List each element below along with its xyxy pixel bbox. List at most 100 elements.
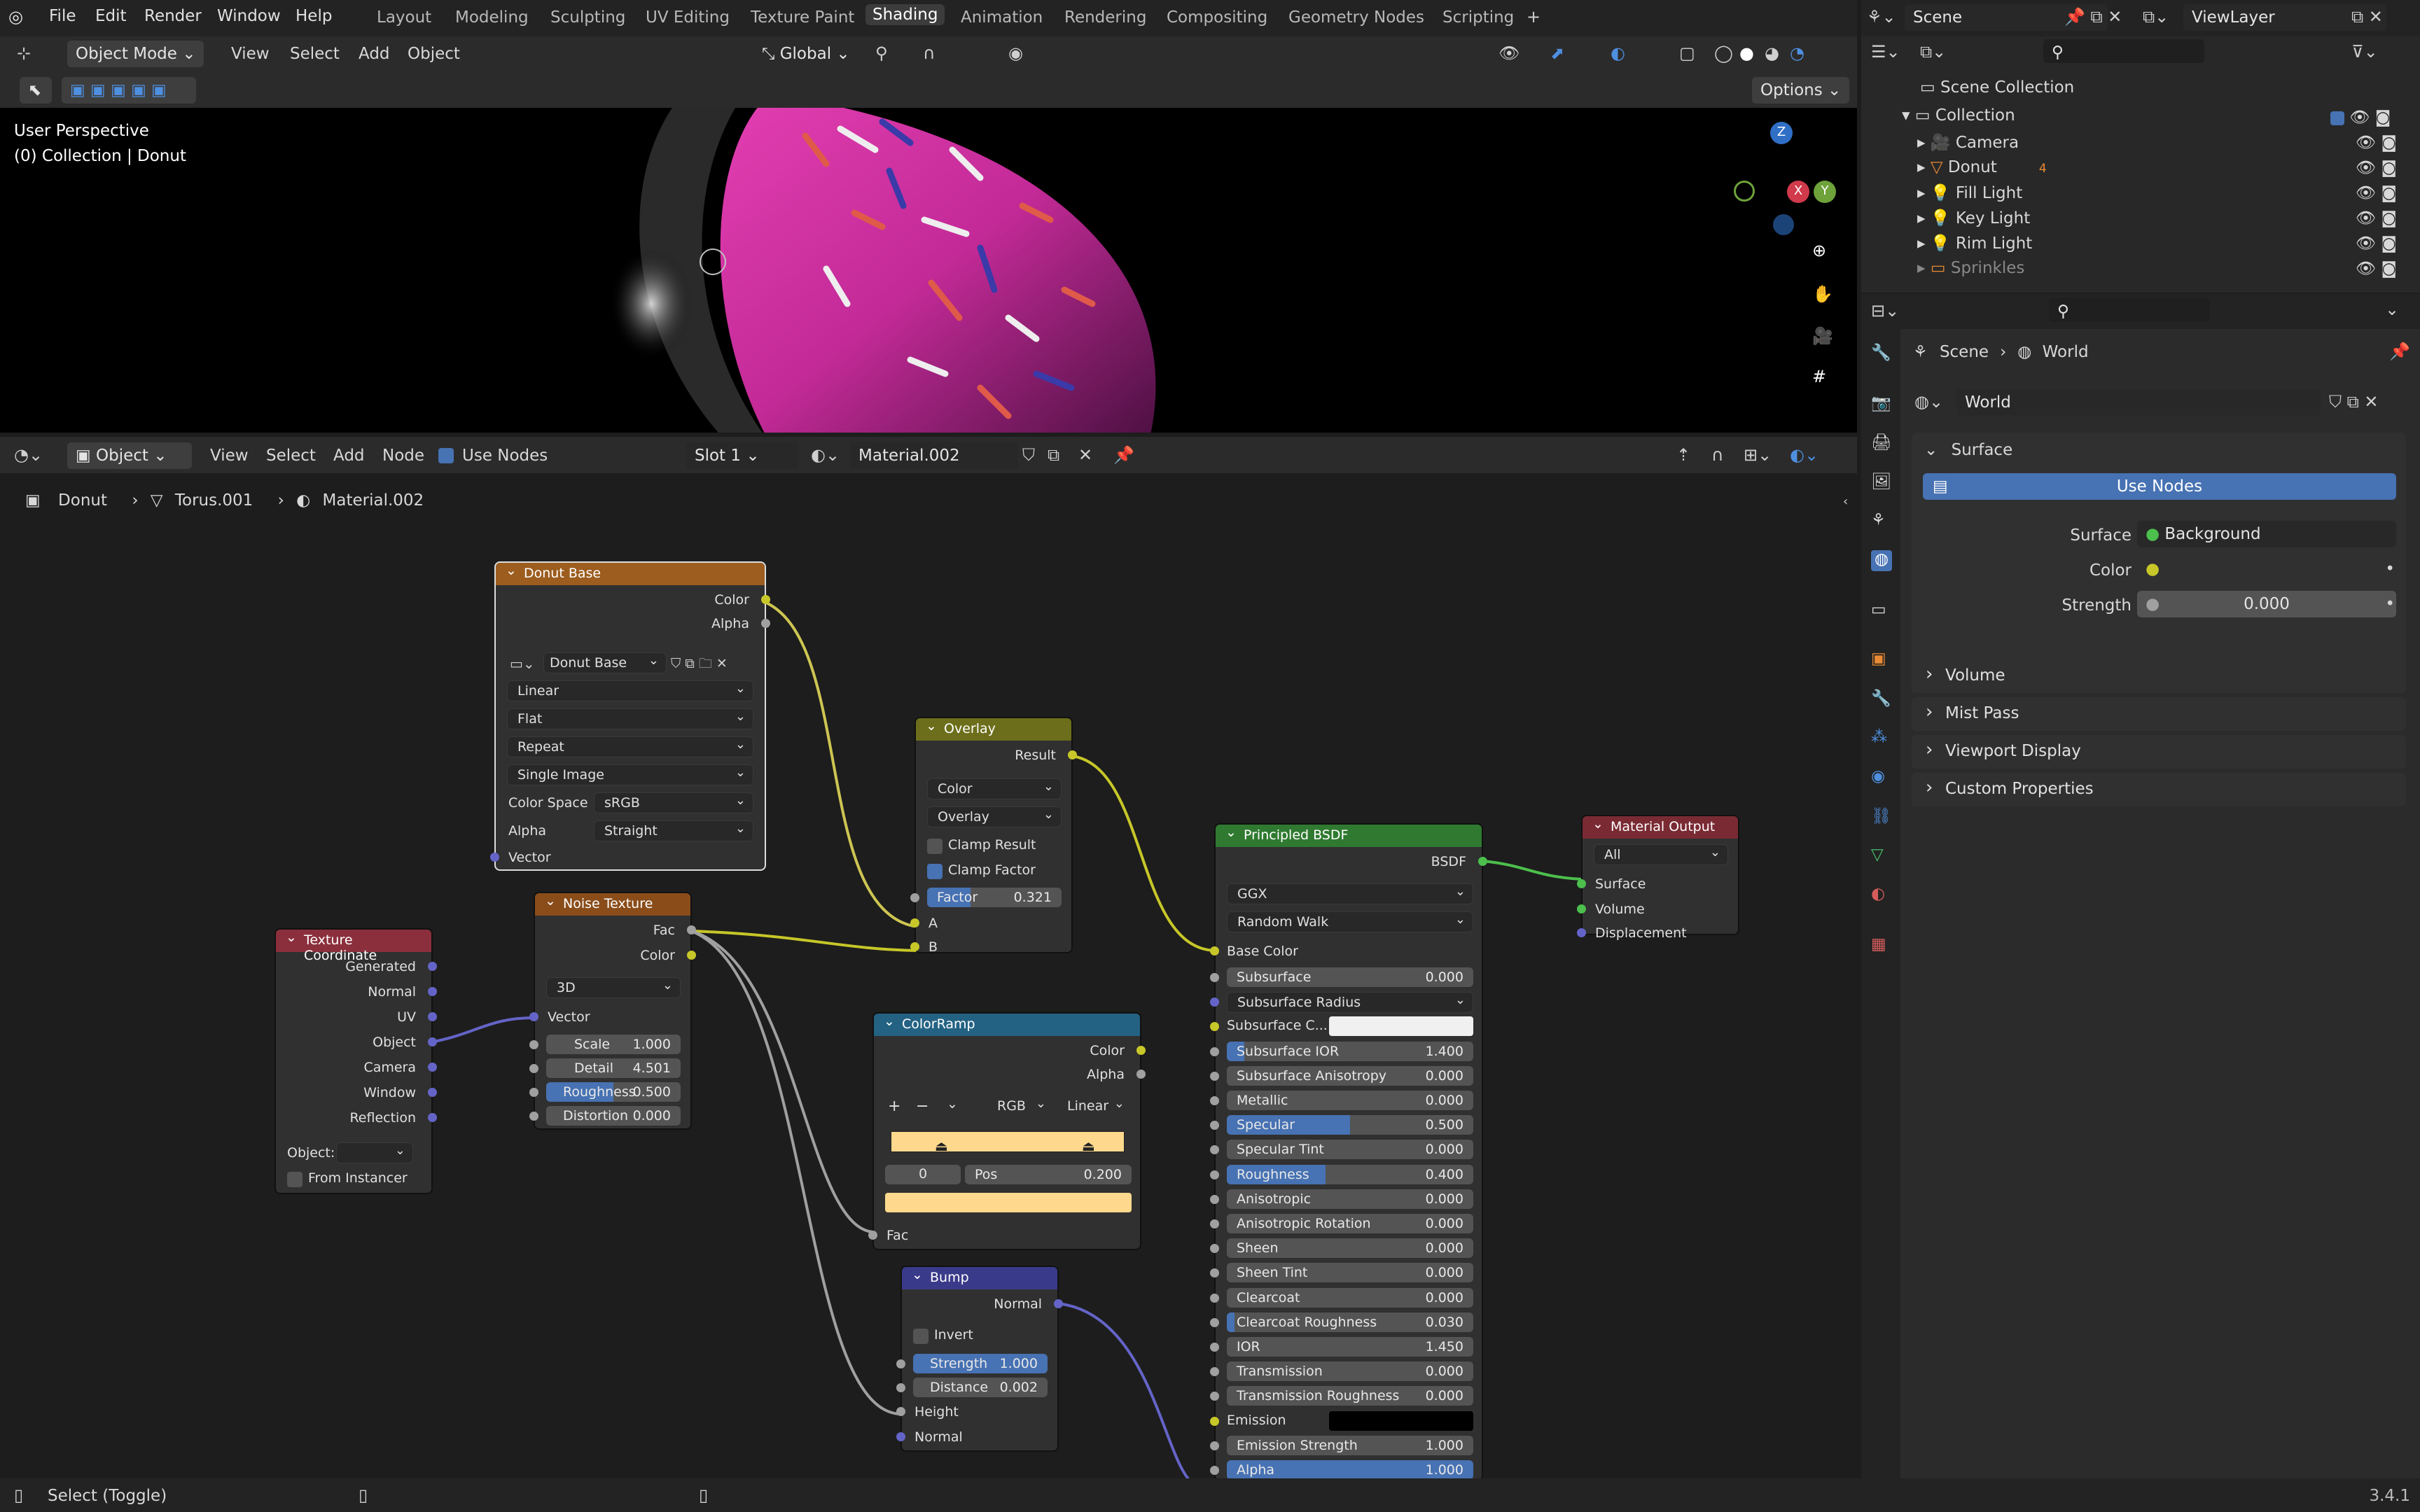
gizmo-x[interactable]: X [1787, 181, 1809, 203]
strength-keyframe-dot-icon[interactable]: • [2385, 595, 2395, 613]
input-vector-socket[interactable] [490, 853, 499, 862]
world-actions-icons[interactable]: ⛉ ⧉ ✕ [2329, 392, 2379, 412]
object-picker-field[interactable] [336, 1142, 413, 1163]
unlink-material-icon[interactable]: ✕ [1078, 445, 1092, 465]
input-distortion-socket[interactable] [529, 1112, 538, 1121]
tab-modeling[interactable]: Modeling [455, 8, 529, 27]
outliner-row[interactable]: ▸ ▭ Sprinkles [1917, 259, 2024, 277]
input-detail-socket[interactable] [529, 1064, 538, 1073]
snap-element-icon[interactable]: ⊞⌄ [1744, 445, 1772, 465]
node-editor-type-icon[interactable]: ◔⌄ [14, 445, 43, 465]
snap-icon[interactable]: ∩ [923, 43, 936, 63]
visibility-icon[interactable]: 👁 [1498, 43, 1520, 63]
bsdf-input-socket[interactable] [1210, 1343, 1219, 1352]
bsdf-input-socket[interactable] [1210, 1170, 1219, 1180]
mix-type-dropdown[interactable]: Color [927, 778, 1062, 799]
select-mode-icons[interactable]: ▣ ▣ ▣ ▣ ▣ [62, 77, 196, 104]
subsurface-method-dropdown[interactable]: Random Walk [1227, 911, 1473, 932]
world-name-field[interactable]: World [1956, 389, 2321, 416]
3d-viewport[interactable]: User Perspective (0) Collection | Donut … [0, 108, 1857, 433]
wireframe-shading-icon[interactable]: ◯ [1714, 43, 1733, 63]
material-shading-icon[interactable]: ◕ [1765, 43, 1779, 63]
tab-layout[interactable]: Layout [377, 8, 431, 27]
bsdf-input-socket[interactable] [1210, 997, 1219, 1007]
collection-row[interactable]: ▾ ▭ Collection [1902, 106, 2015, 125]
bsdf-input-socket[interactable] [1210, 1244, 1219, 1254]
pin-icon[interactable]: 📌 [1113, 445, 1134, 465]
distortion-slider[interactable]: Distortion 0.000 [546, 1106, 681, 1126]
stop-color-swatch[interactable] [885, 1193, 1132, 1212]
input-normal-socket[interactable] [896, 1432, 905, 1441]
texture-tab-icon[interactable]: ▦ [1871, 935, 1892, 956]
sidebar-toggle-icon[interactable]: ‹ [1843, 494, 1848, 509]
factor-slider[interactable]: Factor 0.321 [927, 888, 1062, 907]
input-vector-socket[interactable] [529, 1012, 538, 1021]
shader-type-dropdown[interactable]: ▣ Object ⌄ [67, 442, 192, 469]
outliner-type-icon[interactable]: ☰⌄ [1871, 42, 1900, 62]
bsdf-slider[interactable]: IOR 1.450 [1227, 1337, 1473, 1357]
menu-add[interactable]: Add [359, 45, 390, 63]
output-result-socket[interactable] [1068, 750, 1077, 760]
dimensions-dropdown[interactable]: 3D [546, 977, 681, 998]
node-bump[interactable]: Bump Normal Invert Strength 1.000 Distanc… [896, 1266, 1063, 1452]
solid-shading-icon[interactable]: ● [1739, 43, 1754, 63]
expand-arrow-icon[interactable]: ▸ [1917, 209, 1931, 227]
surface-panel-header[interactable]: ⌄ Surface [1924, 441, 2012, 459]
rendered-shading-icon[interactable]: ◔ [1790, 43, 1804, 63]
bsdf-slider[interactable]: Clearcoat Roughness 0.030 [1227, 1312, 1473, 1332]
bsdf-input-socket[interactable] [1210, 1022, 1219, 1032]
output-generated-socket[interactable] [428, 962, 437, 971]
data-tab-icon[interactable]: ▽ [1871, 846, 1892, 867]
input-a-socket[interactable] [910, 918, 919, 927]
menu-help[interactable]: Help [295, 7, 332, 25]
subsurface-radius-dropdown[interactable]: Subsurface Radius [1227, 992, 1473, 1014]
world-tab-icon[interactable]: ◍ [1871, 550, 1892, 571]
bsdf-slider[interactable]: Roughness 0.400 [1227, 1164, 1473, 1184]
node-menu-view[interactable]: View [210, 447, 249, 465]
output-bsdf-socket[interactable] [1478, 857, 1487, 866]
bsdf-slider[interactable]: Alpha 1.000 [1227, 1460, 1473, 1478]
blend-mode-dropdown[interactable]: Overlay [927, 806, 1062, 827]
modifier-tab-icon[interactable]: 🔧 [1871, 689, 1892, 710]
bsdf-slider[interactable]: Specular Tint 0.000 [1227, 1140, 1473, 1160]
filter-icon[interactable]: ⊽⌄ [2351, 42, 2378, 62]
output-fac-socket[interactable] [687, 925, 696, 934]
bsdf-slider[interactable]: Metallic 0.000 [1227, 1091, 1473, 1110]
bsdf-color-swatch[interactable] [1329, 1016, 1473, 1037]
expand-arrow-icon[interactable]: ▸ [1917, 259, 1931, 277]
node-donut-base[interactable]: Donut Base Color Alpha ▭⌄ Donut Base ⛉ ⧉… [490, 561, 770, 871]
visibility-toggles-icon[interactable]: 👁 ◙ [2356, 183, 2397, 202]
node-overlay-icon[interactable]: ◐⌄ [1790, 445, 1819, 465]
view-layer-icon[interactable]: ⧉⌄ [2143, 7, 2169, 27]
stop-position-slider[interactable]: Pos 0.200 [965, 1165, 1132, 1184]
properties-search-input[interactable]: ⚲ [2049, 298, 2210, 322]
bsdf-slider[interactable]: Emission Strength 1.000 [1227, 1435, 1473, 1455]
input-displacement-socket[interactable] [1577, 928, 1586, 937]
duplicate-material-icon[interactable]: ⧉ [1048, 445, 1059, 465]
bsdf-input-socket[interactable] [1210, 1194, 1219, 1204]
tool-tab-icon[interactable]: 🔧 [1871, 343, 1892, 364]
strength-field[interactable]: ● 0.000 [2137, 591, 2396, 617]
scale-slider[interactable]: Scale 1.000 [546, 1035, 681, 1054]
bsdf-slider[interactable]: Subsurface 0.000 [1227, 967, 1473, 987]
gizmo-z[interactable]: Z [1770, 122, 1793, 144]
visibility-toggles-icon[interactable]: 👁 ◙ [2356, 133, 2397, 152]
bsdf-slider[interactable]: Clearcoat 0.000 [1227, 1287, 1473, 1308]
background-color-field[interactable]: ● [2137, 556, 2396, 582]
options-dropdown[interactable]: Options ⌄ [1752, 77, 1850, 104]
node-color-ramp[interactable]: ColorRamp Color Alpha + − ⌄ RGB Linear ⏏… [868, 1012, 1146, 1250]
node-texture-coordinate[interactable]: Texture Coordinate Generated Normal UV O… [274, 928, 437, 1194]
node-overlay[interactable]: Overlay Result Color Overlay Clamp Resul… [910, 717, 1077, 955]
distribution-dropdown[interactable]: GGX [1227, 883, 1473, 904]
interpolation-dropdown[interactable]: Linear [507, 680, 753, 701]
output-normal-socket[interactable] [428, 987, 437, 996]
from-instancer-checkbox[interactable] [287, 1172, 302, 1187]
visibility-toggles-icon[interactable]: 👁 ◙ [2356, 234, 2397, 253]
node-material-output[interactable]: Material Output All Surface Volume Displ… [1577, 815, 1739, 941]
scene-icon[interactable]: ⚘⌄ [1867, 7, 1896, 27]
visibility-toggles-icon[interactable]: 👁 ◙ [2356, 259, 2397, 278]
expand-arrow-icon[interactable]: ▸ [1917, 158, 1931, 176]
camera-render-icon[interactable]: ◙ [2375, 108, 2391, 127]
input-scale-socket[interactable] [529, 1040, 538, 1049]
input-base-color-socket[interactable] [1210, 946, 1219, 955]
